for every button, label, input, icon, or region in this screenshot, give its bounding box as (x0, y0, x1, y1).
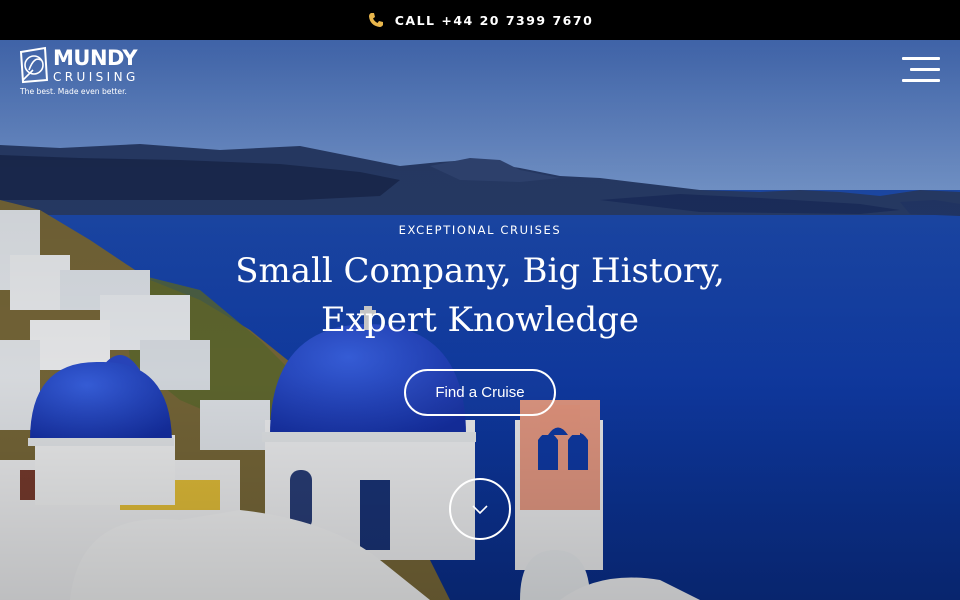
hero-headline: Small Company, Big History, Expert Knowl… (235, 251, 725, 340)
top-contact-bar: CALL +44 20 7399 7670 (0, 0, 960, 40)
find-a-cruise-button[interactable]: Find a Cruise (404, 369, 556, 416)
hero-content: EXCEPTIONAL CRUISES Small Company, Big H… (0, 40, 960, 600)
site-header: MUNDY CRUISING The best. Made even bette… (0, 40, 960, 110)
mundy-cruising-logo[interactable]: MUNDY CRUISING The best. Made even bette… (19, 46, 141, 100)
scroll-down-button[interactable] (449, 478, 511, 540)
logo-emblem-icon (19, 46, 49, 84)
brand-tagline: The best. Made even better. (20, 87, 127, 96)
call-phone-link[interactable]: CALL +44 20 7399 7670 (395, 13, 594, 28)
phone-icon (367, 11, 385, 29)
chevron-down-icon (472, 505, 488, 515)
brand-name: MUNDY (53, 46, 138, 70)
hamburger-menu-icon[interactable] (898, 57, 942, 85)
hero-eyebrow: EXCEPTIONAL CRUISES (398, 223, 562, 237)
brand-sub: CRUISING (53, 70, 139, 84)
